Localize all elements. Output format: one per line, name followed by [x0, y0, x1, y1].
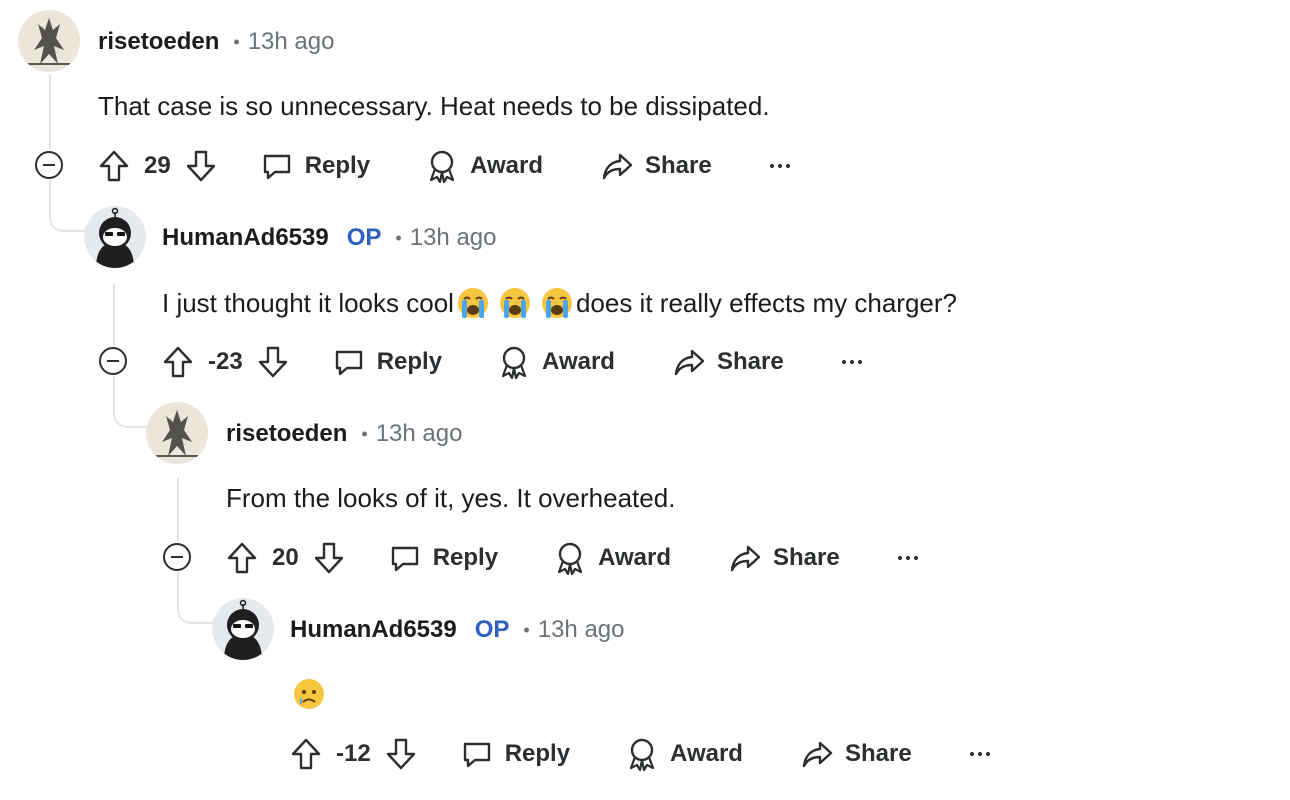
reply-icon [335, 350, 362, 376]
comment-text: I just thought it looks cool [162, 287, 454, 318]
award-icon [429, 150, 455, 183]
thread-elbow [49, 180, 85, 232]
username[interactable]: HumanAd6539 [290, 616, 457, 644]
vote-score: 20 [272, 544, 299, 571]
comment-actions: -12 Reply Award Share [290, 734, 990, 774]
collapse-thread-button[interactable] [99, 347, 127, 375]
thread-line [113, 284, 115, 346]
timestamp[interactable]: 13h ago [538, 616, 625, 644]
comment-text: does it really effects my charger? [575, 287, 957, 318]
downvote-icon[interactable] [185, 149, 217, 183]
timestamp[interactable]: 13h ago [376, 420, 463, 448]
share-icon [602, 153, 633, 180]
comment-actions: 20 Reply Award Share [226, 538, 918, 578]
username[interactable]: HumanAd6539 [162, 224, 329, 252]
timestamp[interactable]: 13h ago [410, 224, 497, 252]
award-label: Award [542, 348, 615, 375]
thread-line [49, 74, 51, 150]
share-button[interactable]: Share [601, 150, 712, 182]
award-label: Award [670, 740, 743, 767]
award-button[interactable]: Award [498, 345, 615, 379]
separator-dot: • [361, 423, 368, 444]
comment-body: That case is so unnecessary. Heat needs … [98, 90, 770, 121]
comment-body: I just thought it looks cool does it rea… [162, 284, 957, 322]
thread-elbow [113, 376, 149, 428]
share-label: Share [644, 152, 712, 179]
reply-button[interactable]: Reply [461, 738, 570, 770]
more-options-icon[interactable] [897, 556, 918, 560]
share-button[interactable]: Share [673, 346, 784, 378]
reply-label: Reply [304, 152, 371, 179]
username[interactable]: risetoeden [98, 28, 219, 56]
separator-dot: • [523, 619, 530, 640]
downvote-icon[interactable] [313, 541, 345, 575]
comment-body: From the looks of it, yes. It overheated… [226, 482, 676, 513]
downvote-icon[interactable] [257, 345, 289, 379]
comment-header: HumanAd6539 OP • 13h ago [162, 223, 497, 253]
vote-score: -12 [336, 740, 371, 767]
award-icon [629, 738, 655, 771]
more-options-icon[interactable] [841, 360, 862, 364]
award-button[interactable]: Award [426, 149, 543, 183]
share-button[interactable]: Share [729, 542, 840, 574]
award-button[interactable]: Award [626, 737, 743, 771]
upvote-icon[interactable] [98, 149, 130, 183]
comment-header: risetoeden • 13h ago [226, 419, 462, 449]
loudly-crying-face-icon [456, 286, 490, 320]
username[interactable]: risetoeden [226, 420, 347, 448]
share-label: Share [716, 348, 784, 375]
vote-score: -23 [208, 348, 243, 375]
upvote-icon[interactable] [162, 345, 194, 379]
op-badge: OP [474, 616, 510, 643]
upvote-icon[interactable] [290, 737, 322, 771]
avatar[interactable] [146, 402, 208, 464]
loudly-crying-face-icon [498, 286, 532, 320]
comment-header: HumanAd6539 OP • 13h ago [290, 615, 625, 645]
vote-score: 29 [144, 152, 171, 179]
more-options-icon[interactable] [769, 164, 790, 168]
avatar[interactable] [18, 10, 80, 72]
reply-icon [263, 154, 290, 180]
upvote-icon[interactable] [226, 541, 258, 575]
share-label: Share [772, 544, 840, 571]
thread-line [177, 478, 179, 542]
separator-dot: • [395, 227, 402, 248]
downvote-icon[interactable] [385, 737, 417, 771]
reply-button[interactable]: Reply [333, 346, 442, 378]
avatar[interactable] [212, 598, 274, 660]
timestamp[interactable]: 13h ago [248, 28, 335, 56]
share-button[interactable]: Share [801, 738, 912, 770]
avatar[interactable] [84, 206, 146, 268]
loudly-crying-face-icon [540, 286, 574, 320]
collapse-thread-button[interactable] [163, 543, 191, 571]
share-icon [730, 545, 761, 572]
thread-elbow [177, 572, 213, 624]
award-icon [501, 346, 527, 379]
collapse-thread-button[interactable] [35, 151, 63, 179]
reply-button[interactable]: Reply [389, 542, 498, 574]
reply-label: Reply [432, 544, 499, 571]
more-options-icon[interactable] [969, 752, 990, 756]
share-icon [802, 741, 833, 768]
separator-dot: • [233, 31, 240, 52]
reply-button[interactable]: Reply [261, 150, 370, 182]
comment-header: risetoeden • 13h ago [98, 27, 334, 57]
reply-label: Reply [504, 740, 571, 767]
reply-icon [391, 546, 418, 572]
share-label: Share [844, 740, 912, 767]
reply-label: Reply [376, 348, 443, 375]
comment-body [290, 676, 328, 712]
face-holding-back-tears-icon [292, 677, 326, 711]
comment-actions: -23 Reply Award Share [162, 342, 862, 382]
award-label: Award [598, 544, 671, 571]
reply-icon [463, 742, 490, 768]
comment-actions: 29 Reply Award Share [98, 146, 790, 186]
op-badge: OP [346, 224, 382, 251]
award-label: Award [470, 152, 543, 179]
award-button[interactable]: Award [554, 541, 671, 575]
award-icon [557, 542, 583, 575]
share-icon [674, 349, 705, 376]
